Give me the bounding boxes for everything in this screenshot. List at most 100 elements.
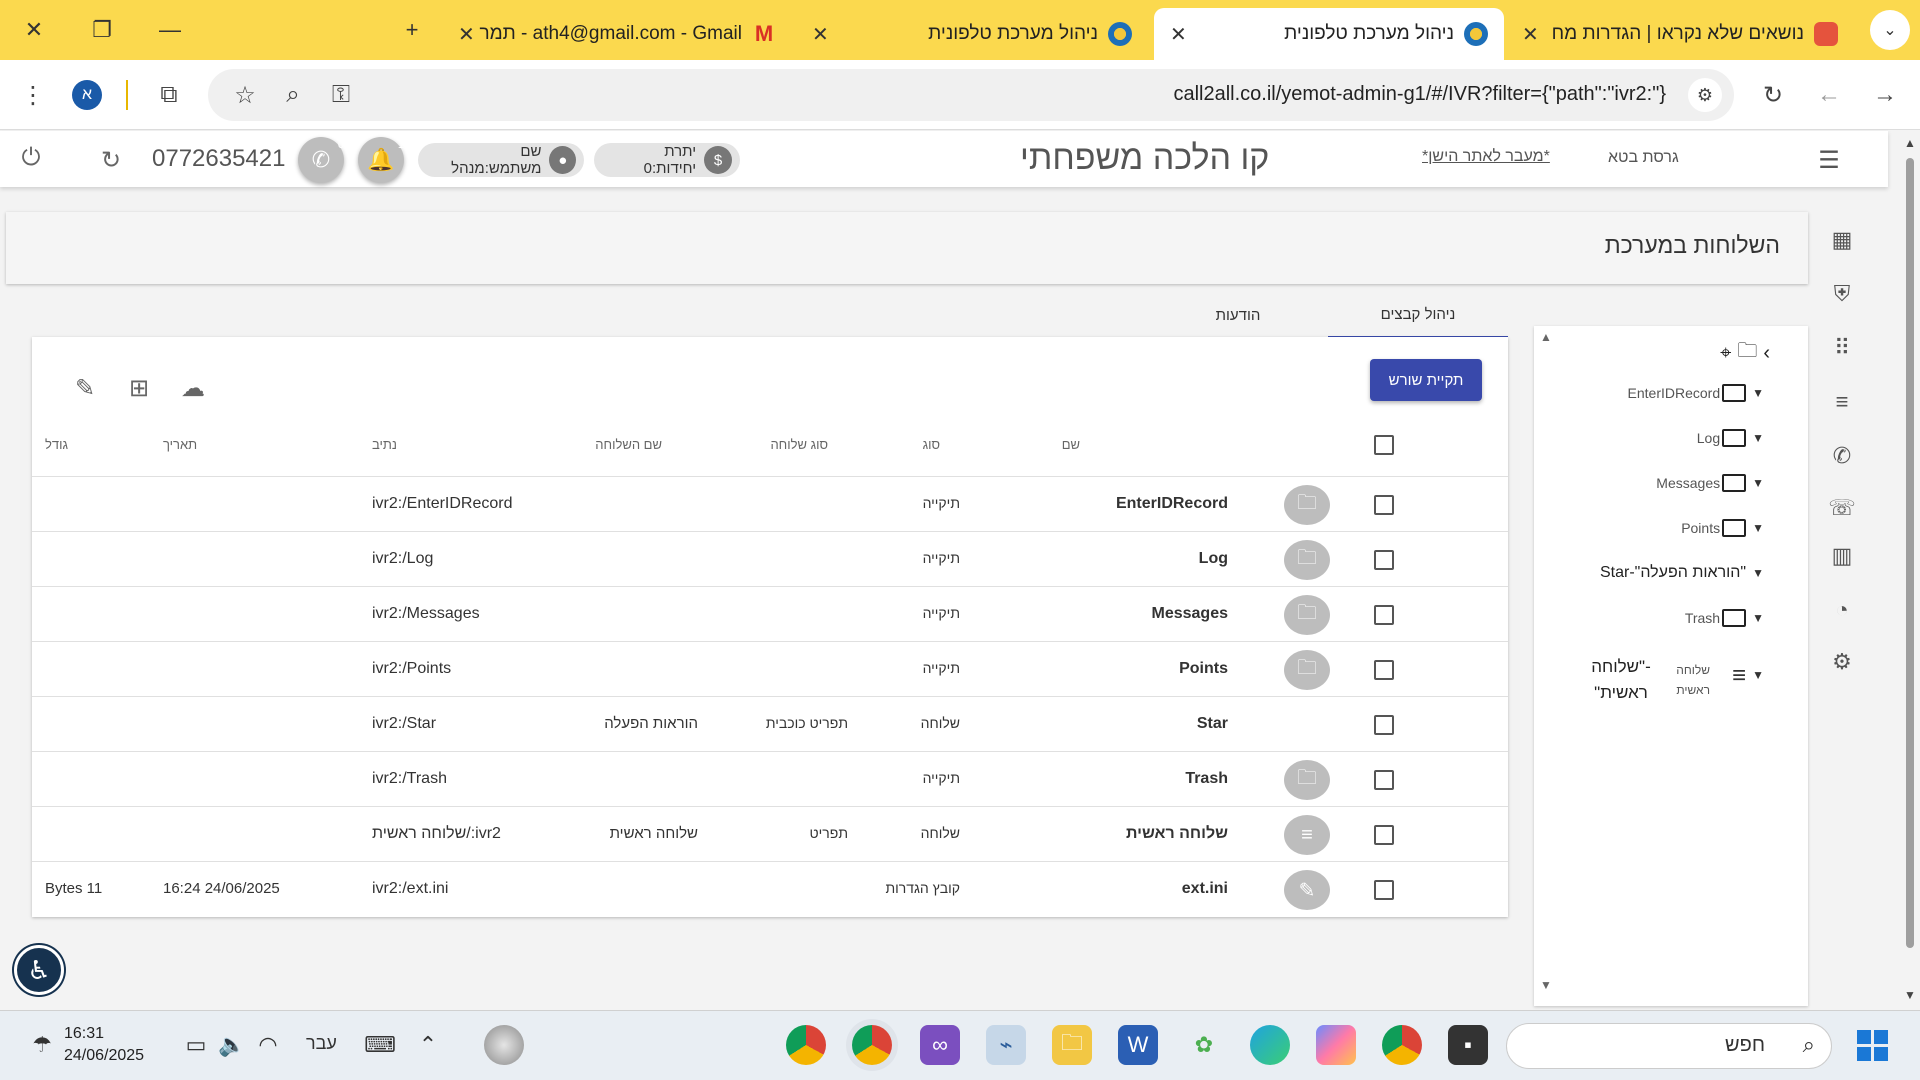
file-explorer-icon[interactable]: 🗀 <box>1052 1025 1092 1065</box>
dashboard-icon[interactable]: ▦ <box>1828 226 1856 254</box>
tree-item-main-extension[interactable]: ▼ ≡ שלוחה ראשית -"שלוחה ראשית" <box>1564 652 1764 708</box>
old-site-link[interactable]: *מעבר לאתר הישן* <box>1422 148 1550 166</box>
settings-gear-icon[interactable]: ⚙ <box>1828 648 1856 676</box>
dialpad-icon[interactable]: ⠿ <box>1828 334 1856 362</box>
row-checkbox[interactable] <box>1374 495 1394 515</box>
table-row[interactable]: ✎ ext.ini קובץ הגדרות ivr2:/ext.ini 16:2… <box>32 861 1508 916</box>
column-header-ext-name[interactable]: שם השלוחה <box>595 437 662 452</box>
tree-item-log[interactable]: Log ▼ <box>1697 429 1764 447</box>
column-header-size[interactable]: גודל <box>45 437 68 452</box>
scroll-up-icon[interactable]: ▲ <box>1904 136 1916 150</box>
row-name[interactable]: Points <box>1179 660 1228 678</box>
phone-forward-icon[interactable]: ☏ <box>1828 494 1856 522</box>
edge-icon[interactable] <box>1250 1025 1290 1065</box>
caret-down-icon[interactable]: ▼ <box>1752 611 1764 625</box>
row-name[interactable]: Log <box>1199 550 1228 568</box>
chevron-left-icon[interactable]: ‹ <box>1763 342 1770 365</box>
tab-gmail[interactable]: M ath4@gmail.com - Gmail - תמר ✕ <box>446 8 792 60</box>
edit-pencil-icon[interactable]: ✎ <box>70 373 100 403</box>
row-name[interactable]: Star <box>1197 715 1228 733</box>
site-settings-icon[interactable]: ⚙ <box>1688 78 1722 112</box>
row-checkbox[interactable] <box>1374 770 1394 790</box>
tab-file-management[interactable]: ניהול קבצים <box>1328 292 1508 338</box>
row-checkbox[interactable] <box>1374 825 1394 845</box>
visual-studio-icon[interactable]: ∞ <box>920 1025 960 1065</box>
row-checkbox[interactable] <box>1374 880 1394 900</box>
page-scrollbar[interactable]: ▲ ▼ <box>1900 136 1920 1006</box>
table-row[interactable]: ≡ שלוחה ראשית שלוחה תפריט שלוחה ראשית iv… <box>32 806 1508 861</box>
scroll-thumb[interactable] <box>1906 158 1914 948</box>
tree-item-trash[interactable]: Trash ▼ <box>1685 609 1764 627</box>
tree-scroll-down-icon[interactable]: ▼ <box>1540 978 1552 992</box>
profile-avatar[interactable]: א <box>72 80 102 110</box>
table-row[interactable]: 🗀 Log תיקייה ivr2:/Log <box>32 531 1508 586</box>
window-minimize-icon[interactable]: — <box>148 12 192 48</box>
tab-phone-system-2[interactable]: ניהול מערכת טלפונית ✕ <box>798 8 1148 60</box>
column-header-path[interactable]: נתיב <box>372 437 397 452</box>
password-key-icon[interactable]: ⚿ <box>324 78 358 112</box>
table-row[interactable]: Star שלוחה תפריט כוכבית הוראות הפעלה ivr… <box>32 696 1508 751</box>
row-checkbox[interactable] <box>1374 550 1394 570</box>
widget-orb-icon[interactable] <box>484 1025 524 1065</box>
tree-item-star[interactable]: Star-"הוראות הפעלה" ▼ <box>1600 564 1764 582</box>
cloud-upload-icon[interactable]: ☁ <box>178 373 208 403</box>
reload-icon[interactable]: ↻ <box>1756 78 1790 112</box>
app-green-icon[interactable]: ✿ <box>1184 1025 1224 1065</box>
column-header-name[interactable]: שם <box>1062 437 1080 452</box>
folder-icon[interactable]: 🗀 <box>1284 540 1330 580</box>
taskbar-search[interactable]: ⌕ חפש <box>1506 1023 1832 1069</box>
scroll-down-icon[interactable]: ▼ <box>1904 988 1916 1002</box>
list-icon[interactable]: ≡ <box>1828 388 1856 416</box>
accessibility-button[interactable]: ♿ <box>14 945 64 995</box>
new-tab-button[interactable]: + <box>390 12 434 48</box>
folder-icon[interactable]: 🗀 <box>1284 760 1330 800</box>
bookmark-star-icon[interactable]: ☆ <box>228 78 262 112</box>
new-folder-icon[interactable]: ⊞ <box>124 373 154 403</box>
table-row[interactable]: 🗀 Trash תיקייה ivr2:/Trash <box>32 751 1508 806</box>
taskbar-clock[interactable]: 16:31 24/06/2025 <box>64 1023 144 1067</box>
omnibox[interactable]: ☆ ⌕ ⚿ call2all.co.il/yemot-admin-g1/#/IV… <box>208 69 1734 121</box>
word-icon[interactable]: W <box>1118 1025 1158 1065</box>
caret-down-icon[interactable]: ▼ <box>1752 476 1764 490</box>
browser-menu-icon[interactable]: ⋮ <box>16 78 50 112</box>
pie-chart-icon[interactable]: ◔ <box>1828 596 1856 624</box>
row-name[interactable]: EnterIDRecord <box>1116 495 1228 513</box>
extensions-icon[interactable]: ⧉ <box>152 78 186 112</box>
caret-down-icon[interactable]: ▼ <box>1752 431 1764 445</box>
phone-button[interactable]: ✆ 0 <box>298 137 344 183</box>
column-header-type[interactable]: סוג <box>923 437 940 452</box>
folder-icon[interactable]: 🗀 <box>1284 650 1330 690</box>
bar-chart-icon[interactable]: ▥ <box>1828 542 1856 570</box>
row-name[interactable]: ext.ini <box>1182 880 1228 898</box>
tab-close-icon[interactable]: ✕ <box>812 22 829 47</box>
url-text[interactable]: call2all.co.il/yemot-admin-g1/#/IVR?filt… <box>1173 83 1666 106</box>
select-all-checkbox[interactable] <box>1374 435 1394 455</box>
tree-item-points[interactable]: Points ▼ <box>1681 519 1764 537</box>
row-checkbox[interactable] <box>1374 715 1394 735</box>
forward-arrow-icon[interactable]: ← <box>1812 78 1846 112</box>
language-indicator[interactable]: עבר <box>306 1033 337 1054</box>
table-row[interactable]: 🗀 EnterIDRecord תיקייה ivr2:/EnterIDReco… <box>32 476 1508 531</box>
row-checkbox[interactable] <box>1374 605 1394 625</box>
battery-icon[interactable]: ▭ <box>176 1025 216 1065</box>
alerts-button[interactable]: 🔔 1 <box>358 137 404 183</box>
back-arrow-icon[interactable]: → <box>1868 78 1902 112</box>
target-icon[interactable]: ⌖ <box>1720 342 1731 365</box>
tab-phone-system-active[interactable]: ניהול מערכת טלפונית ✕ <box>1154 8 1504 60</box>
chrome-active-icon[interactable] <box>852 1025 892 1065</box>
folder-icon[interactable]: 🗀 <box>1284 595 1330 635</box>
window-close-icon[interactable]: ✕ <box>12 12 56 48</box>
menu-lines-icon[interactable]: ≡ <box>1284 815 1330 855</box>
tree-item-enteridrecord[interactable]: EnterIDRecord ▼ <box>1628 384 1764 402</box>
row-name[interactable]: Messages <box>1152 605 1229 623</box>
tab-close-icon[interactable]: ✕ <box>458 22 475 47</box>
tree-scroll-up-icon[interactable]: ▲ <box>1540 330 1552 344</box>
folder-outline-icon[interactable]: 🗀 <box>1737 336 1757 370</box>
keyboard-icon[interactable]: ⌨ <box>360 1025 400 1065</box>
weather-icon[interactable]: ☂ <box>22 1025 62 1065</box>
tab-close-icon[interactable]: ✕ <box>1170 22 1187 47</box>
table-row[interactable]: 🗀 Messages תיקייה ivr2:/Messages <box>32 586 1508 641</box>
window-restore-icon[interactable]: ❐ <box>80 12 124 48</box>
row-name[interactable]: שלוחה ראשית <box>1126 825 1228 843</box>
chrome-profile-icon[interactable] <box>786 1025 826 1065</box>
